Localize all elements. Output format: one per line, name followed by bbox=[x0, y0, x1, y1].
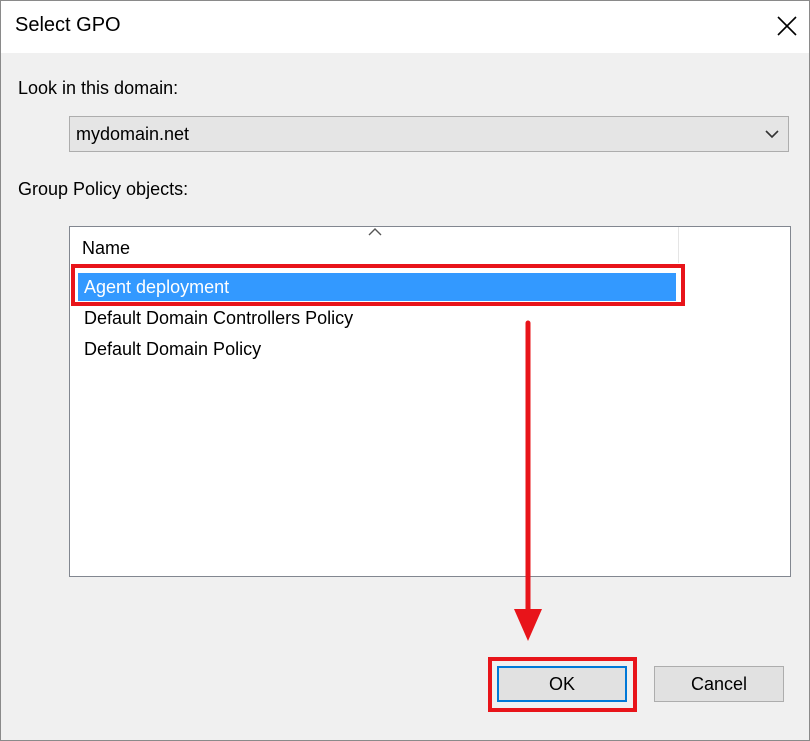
down-arrow-icon bbox=[514, 320, 542, 641]
select-gpo-dialog: Select GPO Look in this domain: mydomain… bbox=[0, 0, 810, 741]
